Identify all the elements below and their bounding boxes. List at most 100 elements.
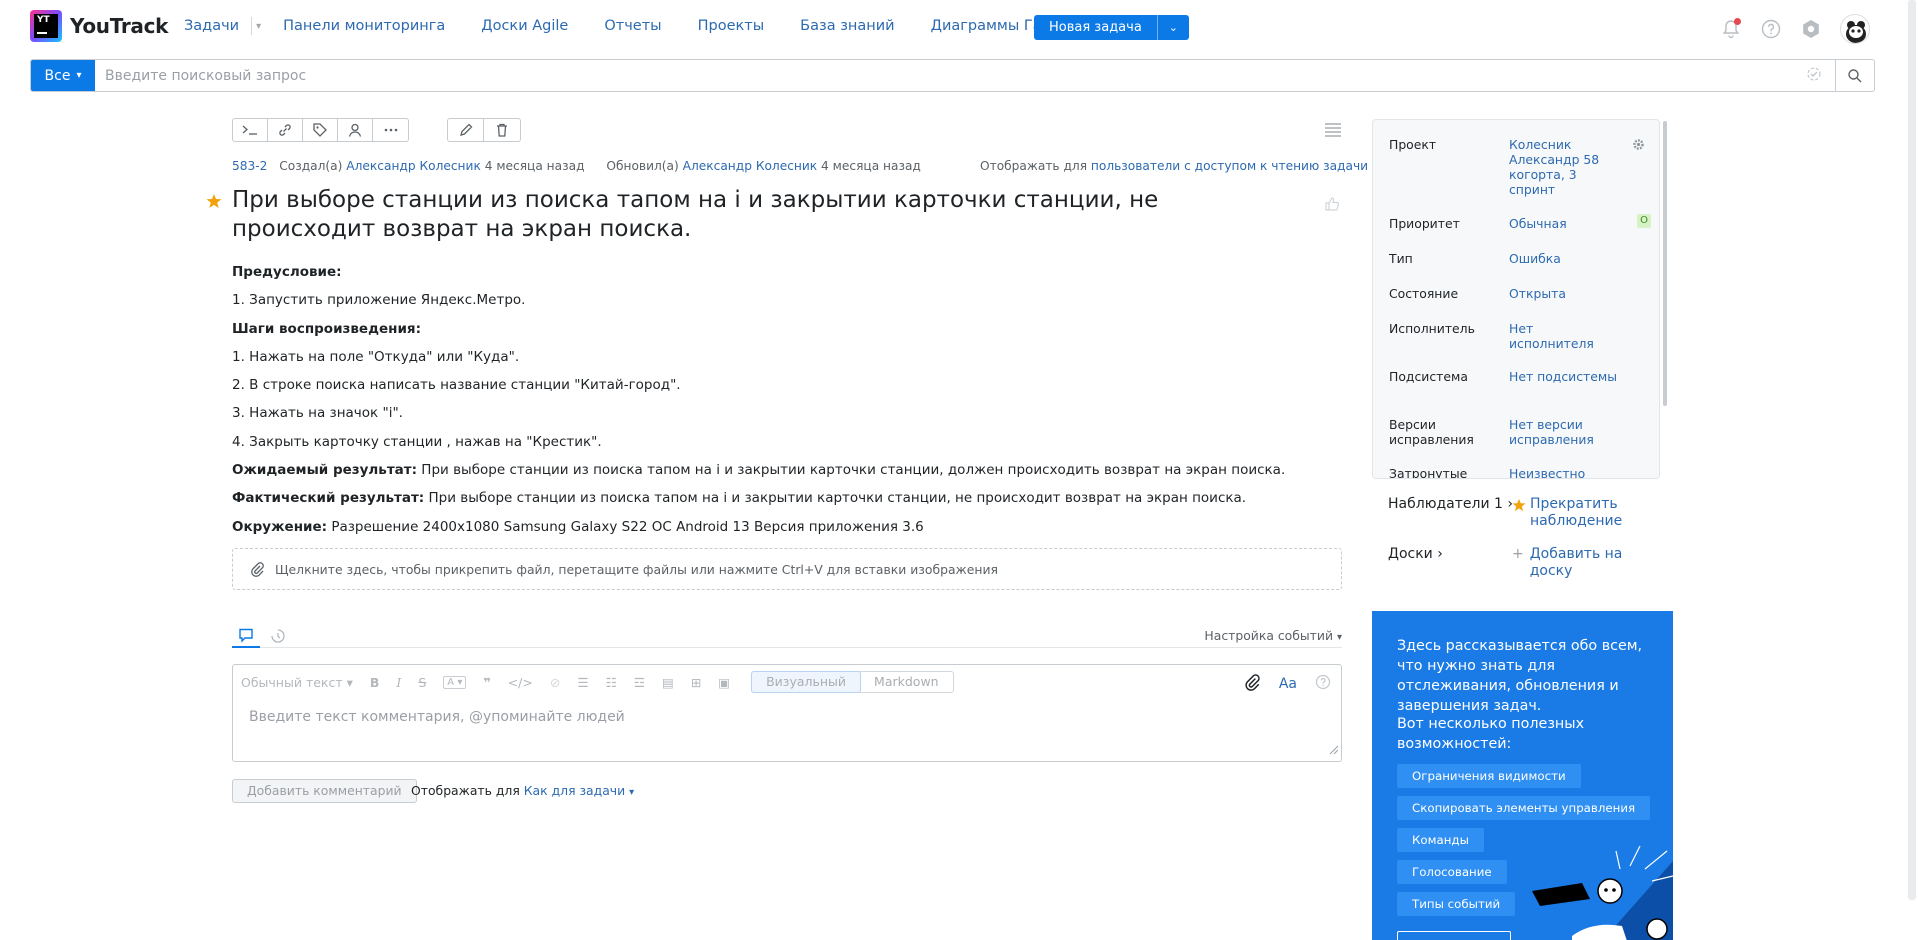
feature-chip-voting[interactable]: Голосование <box>1397 860 1507 884</box>
issue-toolbar <box>232 118 521 142</box>
onboarding-more-button[interactable] <box>1397 931 1511 940</box>
feature-chip-event-types[interactable]: Типы событий <box>1397 892 1516 916</box>
field-value[interactable]: Неизвестно <box>1509 466 1619 478</box>
created-label: Создал(а) <box>279 159 343 173</box>
field-value[interactable]: Нет исполнителя <box>1509 321 1619 351</box>
created-when: 4 месяца назад <box>484 159 585 173</box>
visibility-label: Отображать для <box>980 159 1088 173</box>
table-icon[interactable]: ⊞ <box>691 675 701 690</box>
add-tag-button[interactable] <box>303 119 338 141</box>
resize-handle-icon[interactable] <box>1329 744 1339 759</box>
comment-input[interactable] <box>249 709 1319 725</box>
user-avatar[interactable] <box>1840 14 1870 44</box>
quote-icon[interactable]: ❞ <box>483 675 490 690</box>
command-button[interactable] <box>233 119 268 141</box>
image-icon[interactable]: ▣ <box>718 675 730 690</box>
help-icon[interactable] <box>1760 18 1782 40</box>
comment-editor: Обычный текст ▾ B I S A ▾ ❞ </> ⊘ ☰ ☷ ☲ … <box>232 664 1342 762</box>
search-button[interactable] <box>1836 60 1874 91</box>
code-icon[interactable]: </> <box>508 675 533 690</box>
field-value[interactable]: Нет подсистемы <box>1509 369 1619 384</box>
activity-tabs: Настройка событий ▾ <box>232 620 1342 648</box>
edit-button[interactable] <box>448 119 484 141</box>
text-color-icon[interactable]: A ▾ <box>443 675 467 689</box>
feature-chip-visibility[interactable]: Ограничения видимости <box>1397 764 1581 788</box>
issue-id-link[interactable]: 583-2 <box>232 159 267 173</box>
boards-toggle[interactable]: Доски › <box>1388 546 1443 562</box>
notifications-bell-icon[interactable] <box>1720 18 1742 40</box>
page-scrollbar[interactable] <box>1908 0 1916 900</box>
saved-search-icon[interactable] <box>1805 65 1823 87</box>
italic-icon[interactable]: I <box>396 675 401 690</box>
watchers-toggle[interactable]: Наблюдатели 1 › <box>1388 496 1513 512</box>
field-value[interactable]: Ошибка <box>1509 251 1619 266</box>
stop-watching-button[interactable]: Прекратить наблюдение <box>1512 496 1650 530</box>
comment-visibility-selector[interactable]: Как для задачи <box>524 783 625 798</box>
chevron-down-icon[interactable]: ▾ <box>256 21 261 32</box>
formatting-toggle[interactable]: Aa <box>1279 676 1297 692</box>
mode-visual[interactable]: Визуальный <box>751 671 862 693</box>
more-actions-button[interactable] <box>373 119 408 141</box>
command-icon <box>242 125 257 135</box>
nav-knowledge-base[interactable]: База знаний <box>800 18 894 34</box>
visibility-selector[interactable]: пользователи с доступом к чтению задачи <box>1091 159 1368 173</box>
gear-icon[interactable] <box>1632 138 1645 155</box>
feature-chip-commands[interactable]: Команды <box>1397 828 1484 852</box>
checklist-icon[interactable]: ☲ <box>634 675 645 690</box>
new-task-button[interactable]: Новая задача <box>1034 15 1157 40</box>
issue-title: При выборе станции из поиска тапом на i … <box>232 187 1159 242</box>
precondition-heading: Предусловие: <box>232 264 342 280</box>
field-value[interactable]: Нет версии исправления <box>1509 417 1619 447</box>
vote-thumbs-up-icon[interactable] <box>1324 196 1340 216</box>
created-by-link[interactable]: Александр Колесник <box>346 159 481 173</box>
bold-icon[interactable]: B <box>370 675 380 690</box>
text-style-select[interactable]: Обычный текст ▾ <box>241 675 353 690</box>
comment-visibility-label: Отображать для <box>411 783 520 798</box>
numbered-list-icon[interactable]: ☷ <box>606 675 617 690</box>
toggle-sidebar-list-icon[interactable] <box>1324 121 1342 141</box>
assign-button[interactable] <box>338 119 373 141</box>
stop-watching-label: Прекратить наблюдение <box>1530 496 1623 529</box>
history-icon <box>271 628 285 643</box>
link-icon[interactable]: ⊘ <box>550 675 560 690</box>
nav-projects[interactable]: Проекты <box>698 18 765 34</box>
events-settings-dropdown[interactable]: Настройка событий ▾ <box>1204 628 1342 643</box>
settings-gear-icon[interactable] <box>1800 18 1822 40</box>
chevron-down-icon: ⌄ <box>1168 21 1178 34</box>
youtrack-logo[interactable]: YT YouTrack <box>30 10 168 42</box>
search-input[interactable] <box>95 61 1805 90</box>
issue-visibility: Отображать для пользователи с доступом к… <box>980 159 1377 173</box>
fields-scrollbar[interactable] <box>1663 121 1667 406</box>
link-issue-button[interactable] <box>268 119 303 141</box>
tab-history[interactable] <box>264 623 292 648</box>
nav-reports[interactable]: Отчеты <box>604 18 661 34</box>
help-icon[interactable] <box>1315 674 1331 694</box>
add-to-board-button[interactable]: + Добавить на доску <box>1512 546 1640 580</box>
attachment-dropzone[interactable]: Щелкните здесь, чтобы прикрепить файл, п… <box>232 548 1342 590</box>
attach-paperclip-icon[interactable] <box>1243 673 1261 695</box>
field-value[interactable]: Колесник Александр 58 когорта, 3 спринт <box>1509 137 1619 197</box>
field-value[interactable]: Обычная <box>1509 216 1619 231</box>
nav-dashboards[interactable]: Панели мониторинга <box>283 18 445 34</box>
link-icon <box>279 124 291 136</box>
updated-by-link[interactable]: Александр Колесник <box>683 159 818 173</box>
bullet-list-icon[interactable]: ☰ <box>577 675 588 690</box>
delete-button[interactable] <box>484 119 520 141</box>
new-task-dropdown-button[interactable]: ⌄ <box>1156 15 1189 40</box>
mode-markdown[interactable]: Markdown <box>860 672 953 692</box>
plus-icon: + <box>1512 546 1524 562</box>
snippet-icon[interactable]: ▤ <box>662 675 674 690</box>
feature-chip-copy-controls[interactable]: Скопировать элементы управления <box>1397 796 1651 820</box>
nav-issues[interactable]: Задачи <box>184 18 239 34</box>
strikethrough-icon[interactable]: S <box>418 675 426 690</box>
chevron-down-icon[interactable]: ▾ <box>629 787 634 798</box>
nav-separator <box>251 17 253 35</box>
nav-agile-boards[interactable]: Доски Agile <box>481 18 568 34</box>
field-label: Затронутые <box>1389 466 1468 479</box>
search-context-selector[interactable]: Все ▾ <box>31 60 95 91</box>
add-comment-button[interactable]: Добавить комментарий <box>232 779 417 803</box>
star-icon[interactable] <box>206 193 222 213</box>
logo-text: YouTrack <box>70 14 169 38</box>
tab-comments[interactable] <box>232 623 260 648</box>
field-value[interactable]: Открыта <box>1509 286 1619 301</box>
